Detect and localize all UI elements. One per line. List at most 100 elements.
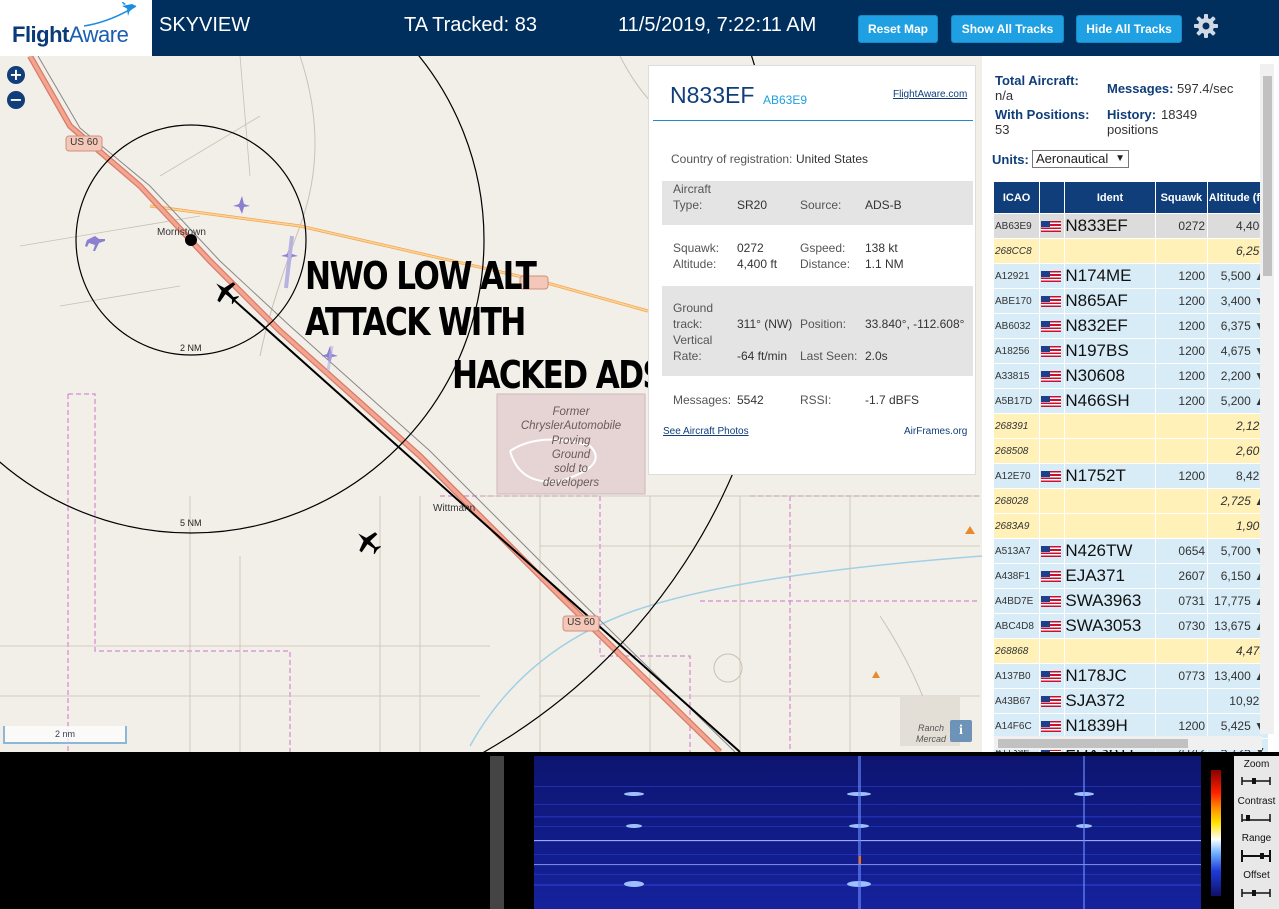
map-view[interactable]: US 60 US 60 Morristown Wittmann 2 NM 5 N… bbox=[0, 56, 982, 752]
country-value: United States bbox=[796, 152, 869, 166]
squawk-cell bbox=[1154, 688, 1209, 714]
hide-all-tracks-button[interactable]: Hide All Tracks bbox=[1076, 15, 1182, 43]
aircraft-photos-link[interactable]: See Aircraft Photos bbox=[663, 426, 749, 437]
table-row[interactable]: 268028 2,725 ▲ bbox=[992, 488, 1269, 514]
scale-bar: 2 nm bbox=[3, 726, 127, 744]
squawk-cell: 1200 bbox=[1154, 463, 1209, 489]
icao-cell: A12E70 bbox=[992, 463, 1041, 489]
ident-cell bbox=[1064, 638, 1156, 664]
flag-cell bbox=[1039, 688, 1066, 714]
table-row[interactable]: AB63E9 N833EF 0272 4,400 bbox=[992, 213, 1269, 239]
ident-cell: SWA3053 bbox=[1064, 613, 1156, 639]
popup-divider bbox=[653, 120, 973, 121]
table-row[interactable]: 268391 2,125 bbox=[992, 413, 1269, 439]
squawk-cell: 1200 bbox=[1154, 713, 1209, 739]
flag-cell bbox=[1039, 238, 1066, 264]
table-row[interactable]: A137B0 N178JC 0773 13,400 ▲ bbox=[992, 663, 1269, 689]
range-control-label: Range bbox=[1241, 833, 1272, 844]
flag-cell bbox=[1039, 438, 1066, 464]
table-row[interactable]: A5B17D N466SH 1200 5,200 ▲ bbox=[992, 388, 1269, 414]
overlay-caption-line-2: ATTACK WITH bbox=[305, 300, 526, 344]
table-row[interactable]: 268508 2,600 bbox=[992, 438, 1269, 464]
waterfall-display[interactable] bbox=[534, 756, 1201, 909]
icao-cell: ABE170 bbox=[992, 288, 1041, 314]
squawk-cell: 0272 bbox=[1154, 213, 1209, 239]
flag-cell bbox=[1039, 563, 1066, 589]
clock: 11/5/2019, 7:22:11 AM bbox=[618, 14, 817, 36]
table-row[interactable]: A12921 N174ME 1200 5,500 ▲ bbox=[992, 263, 1269, 289]
spectrum-controls: Zoom Contrast Range Offset bbox=[1234, 756, 1279, 909]
flag-cell bbox=[1039, 613, 1066, 639]
us-flag-icon bbox=[1041, 320, 1062, 332]
distance-value: 1.1 NM bbox=[865, 257, 904, 271]
zoom-slider[interactable] bbox=[1240, 775, 1272, 787]
col-flag[interactable] bbox=[1039, 181, 1066, 214]
table-row[interactable]: A33815 N30608 1200 2,200 ▼ bbox=[992, 363, 1269, 389]
range-slider[interactable] bbox=[1240, 850, 1272, 862]
table-row[interactable]: 2683A9 1,900 bbox=[992, 513, 1269, 539]
contrast-control-label: Contrast bbox=[1237, 796, 1276, 807]
flightaware-logo[interactable]: FlightAware bbox=[0, 0, 152, 56]
offset-slider[interactable] bbox=[1240, 887, 1272, 899]
squawk-cell bbox=[1154, 438, 1209, 464]
rssi-value: -1.7 dBFS bbox=[865, 393, 920, 407]
table-row[interactable]: 268868 4,475 bbox=[992, 638, 1269, 664]
table-row[interactable]: A438F1 EJA371 2607 6,150 ▲ bbox=[992, 563, 1269, 589]
units-select[interactable]: Aeronautical ▼ bbox=[1032, 150, 1129, 168]
airframes-link[interactable]: AirFrames.org bbox=[904, 426, 967, 437]
table-row[interactable]: ABE170 N865AF 1200 3,400 ▼ bbox=[992, 288, 1269, 314]
table-row[interactable]: ABC4D8 SWA3053 0730 13,675 ▲ bbox=[992, 613, 1269, 639]
show-all-tracks-button[interactable]: Show All Tracks bbox=[951, 15, 1064, 43]
col-ident[interactable]: Ident bbox=[1064, 181, 1156, 214]
table-row[interactable]: A14F6C N1839H 1200 5,425 ▼ bbox=[992, 713, 1269, 739]
icao-cell: A513A7 bbox=[992, 538, 1041, 564]
table-row[interactable]: AB6032 N832EF 1200 6,375 ▼ bbox=[992, 313, 1269, 339]
table-row[interactable]: A513A7 N426TW 0654 5,700 ▼ bbox=[992, 538, 1269, 564]
flag-cell bbox=[1039, 413, 1066, 439]
table-row[interactable]: 268CC8 6,250 bbox=[992, 238, 1269, 264]
panel-divider[interactable] bbox=[490, 756, 504, 909]
flightaware-link[interactable]: FlightAware.com bbox=[893, 89, 967, 100]
zoom-out-button[interactable]: − bbox=[7, 91, 25, 109]
reset-map-button[interactable]: Reset Map bbox=[858, 15, 938, 43]
header-bar: FlightAware SKYVIEW TA Tracked: 83 11/5/… bbox=[0, 0, 1279, 56]
with-positions-value: 53 bbox=[995, 122, 1010, 137]
table-row[interactable]: A4BD7E SWA3963 0731 17,775 ▲ bbox=[992, 588, 1269, 614]
ident-cell: SWA3963 bbox=[1064, 588, 1156, 614]
us-flag-icon bbox=[1041, 345, 1062, 357]
ident-cell: N865AF bbox=[1064, 288, 1156, 314]
flag-cell bbox=[1039, 488, 1066, 514]
gear-icon[interactable] bbox=[1192, 12, 1220, 40]
squawk-cell: 0730 bbox=[1154, 613, 1209, 639]
color-legend bbox=[1211, 770, 1221, 896]
vertical-rate-label: Vertical bbox=[673, 333, 713, 347]
vertical-scrollbar-thumb[interactable] bbox=[1263, 76, 1272, 276]
col-icao[interactable]: ICAO bbox=[992, 181, 1041, 214]
contrast-slider[interactable] bbox=[1240, 812, 1272, 824]
icao-cell: 268868 bbox=[992, 638, 1041, 664]
table-row[interactable]: A12E70 N1752T 1200 8,425 bbox=[992, 463, 1269, 489]
waterfall-canvas bbox=[534, 756, 1201, 909]
ident-cell: N1752T bbox=[1064, 463, 1156, 489]
position-value: 33.840°, -112.608° bbox=[865, 317, 965, 331]
ident-cell: N197BS bbox=[1064, 338, 1156, 364]
horizontal-scrollbar-thumb[interactable] bbox=[998, 739, 1188, 748]
flag-cell bbox=[1039, 713, 1066, 739]
table-row[interactable]: A18256 N197BS 1200 4,675 ▼ bbox=[992, 338, 1269, 364]
ground-track-label: Ground bbox=[673, 301, 714, 315]
town-label-morristown: Morristown bbox=[157, 227, 206, 238]
squawk-cell: 0731 bbox=[1154, 588, 1209, 614]
zoom-in-button[interactable]: + bbox=[7, 66, 25, 84]
ident-cell: N466SH bbox=[1064, 388, 1156, 414]
position-label: Position: bbox=[800, 317, 847, 331]
aircraft-detail-popup: N833EF AB63E9 FlightAware.com Country of… bbox=[648, 65, 976, 475]
icao-cell: A43B67 bbox=[992, 688, 1041, 714]
squawk-cell: 1200 bbox=[1154, 363, 1209, 389]
col-squawk[interactable]: Squawk bbox=[1154, 181, 1209, 214]
table-row[interactable]: A43B67 SJA372 10,925 bbox=[992, 688, 1269, 714]
ident-cell: N833EF bbox=[1064, 213, 1156, 239]
info-button[interactable]: i bbox=[950, 720, 972, 742]
icao-cell: 268CC8 bbox=[992, 238, 1041, 264]
icao-cell: 268391 bbox=[992, 413, 1041, 439]
flag-cell bbox=[1039, 388, 1066, 414]
